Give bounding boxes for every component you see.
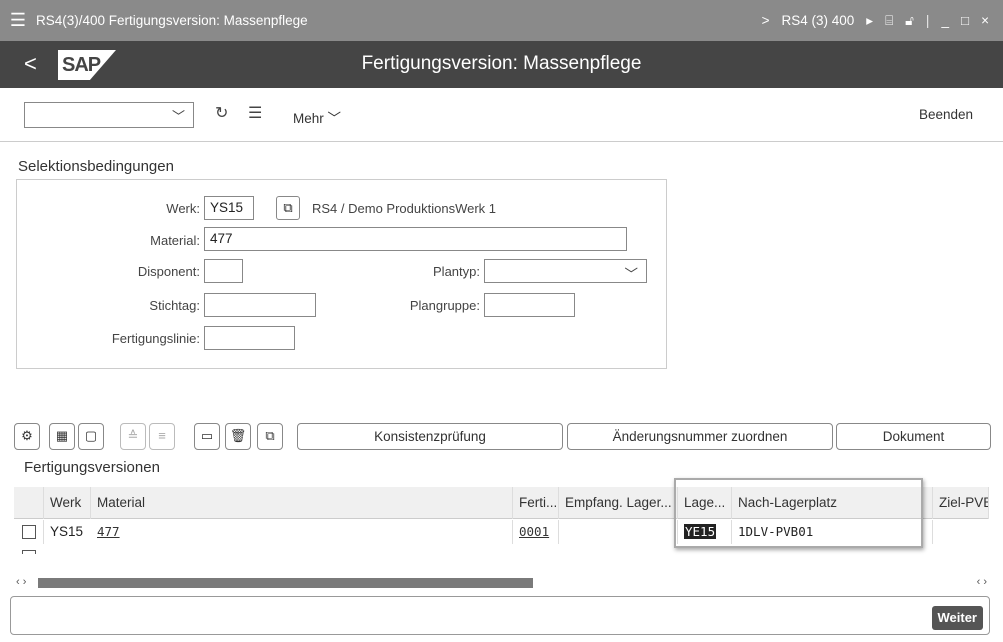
maximize-button[interactable]: □ xyxy=(961,13,969,28)
app-header: < SAP Fertigungsversion: Massenpflege xyxy=(0,41,1003,88)
selector-column[interactable] xyxy=(14,487,44,519)
filter-icon[interactable]: ≡ xyxy=(149,423,175,450)
cell-ziel-pvb[interactable] xyxy=(933,520,989,544)
column-material[interactable]: Material xyxy=(91,487,513,519)
column-ferti[interactable]: Ferti... xyxy=(513,487,559,519)
column-ziel-pvb[interactable]: Ziel-PVB xyxy=(933,487,989,519)
play-icon[interactable]: ▸ xyxy=(866,13,873,29)
copy-icon[interactable]: ⧉ xyxy=(257,423,283,450)
plantyp-dropdown[interactable]: ﹀ xyxy=(484,259,647,283)
material-field[interactable]: 477 xyxy=(204,227,627,251)
highlight-callout xyxy=(674,478,923,548)
stichtag-field[interactable] xyxy=(204,293,316,317)
disponent-label: Disponent: xyxy=(137,264,200,279)
new-row-icon[interactable]: ▭ xyxy=(194,423,220,450)
werk-field[interactable]: YS15 xyxy=(204,196,254,220)
row-selector[interactable] xyxy=(14,520,44,544)
minimize-button[interactable]: _ xyxy=(941,13,949,28)
konsistenz-button[interactable]: Konsistenzprüfung xyxy=(297,423,563,450)
dokument-button[interactable]: Dokument xyxy=(836,423,991,450)
disponent-field[interactable] xyxy=(204,259,243,283)
stichtag-label: Stichtag: xyxy=(149,298,200,313)
customize-icon[interactable]: ⌸ xyxy=(885,13,893,29)
delete-icon[interactable]: 🗑︎ xyxy=(225,423,251,450)
deselect-all-icon[interactable]: ▢ xyxy=(78,423,104,450)
horizontal-scrollbar[interactable]: ‹ › ‹ › xyxy=(14,576,989,590)
fertigungslinie-field[interactable] xyxy=(204,326,295,350)
werk-label: Werk: xyxy=(166,201,200,216)
select-all-icon[interactable]: ▦ xyxy=(49,423,75,450)
external-link-icon[interactable]: ⧉ xyxy=(276,196,300,220)
chevron-right-icon[interactable]: > xyxy=(762,13,770,28)
footer-bar: Weiter xyxy=(10,596,990,635)
refresh-icon[interactable]: ↻ xyxy=(215,103,228,123)
more-menu[interactable]: Mehr ﹀ xyxy=(293,107,341,127)
list-icon[interactable]: ☰ xyxy=(248,103,262,123)
plangruppe-field[interactable] xyxy=(484,293,575,317)
table-title: Fertigungsversionen xyxy=(24,459,160,476)
title-bar: ☰ RS4(3)/400 Fertigungsversion: Massenpf… xyxy=(0,0,1003,41)
fertigungslinie-label: Fertigungslinie: xyxy=(111,331,200,346)
plangruppe-label: Plangruppe: xyxy=(409,298,480,313)
scroll-right-icon[interactable]: ‹ › xyxy=(977,576,987,588)
plantyp-label: Plantyp: xyxy=(433,264,480,279)
cell-material[interactable]: 477 xyxy=(91,520,513,544)
row-checkbox[interactable] xyxy=(22,525,36,539)
exit-button[interactable]: Beenden xyxy=(919,107,973,122)
column-werk[interactable]: Werk xyxy=(44,487,91,519)
aenderungsnummer-button[interactable]: Änderungsnummer zuordnen xyxy=(567,423,833,450)
werk-description: RS4 / Demo ProduktionsWerk 1 xyxy=(312,201,496,216)
next-row-checkbox[interactable] xyxy=(22,550,36,554)
cell-ferti[interactable]: 0001 xyxy=(513,520,559,544)
details-icon[interactable]: ⚙ xyxy=(14,423,40,450)
cell-empfang[interactable] xyxy=(559,520,678,544)
selection-title: Selektionsbedingungen xyxy=(18,158,174,175)
scroll-thumb[interactable] xyxy=(38,578,533,588)
toolbar: ﹀ ↻ ☰ Mehr ﹀ Beenden xyxy=(0,88,1003,142)
column-empfang[interactable]: Empfang. Lager... xyxy=(559,487,678,519)
chevron-down-icon: ﹀ xyxy=(624,267,639,282)
divider: | xyxy=(925,13,930,28)
material-label: Material: xyxy=(150,233,200,248)
sort-ascending-icon[interactable]: ≙ xyxy=(120,423,146,450)
weiter-button[interactable]: Weiter xyxy=(931,606,983,630)
close-button[interactable]: × xyxy=(981,13,989,28)
cell-werk: YS15 xyxy=(50,524,84,539)
page-title: Fertigungsversion: Massenpflege xyxy=(361,53,642,74)
command-field-dropdown[interactable]: ﹀ xyxy=(24,102,194,128)
chevron-down-icon: ﹀ xyxy=(171,109,185,124)
system-info: RS4 (3) 400 xyxy=(781,13,855,28)
window-title: RS4(3)/400 Fertigungsversion: Massenpfle… xyxy=(36,13,308,28)
scroll-left-icon[interactable]: ‹ › xyxy=(16,576,26,588)
hamburger-icon[interactable]: ☰ xyxy=(0,10,36,31)
lock-icon[interactable]: 🔓︎ xyxy=(905,13,914,29)
